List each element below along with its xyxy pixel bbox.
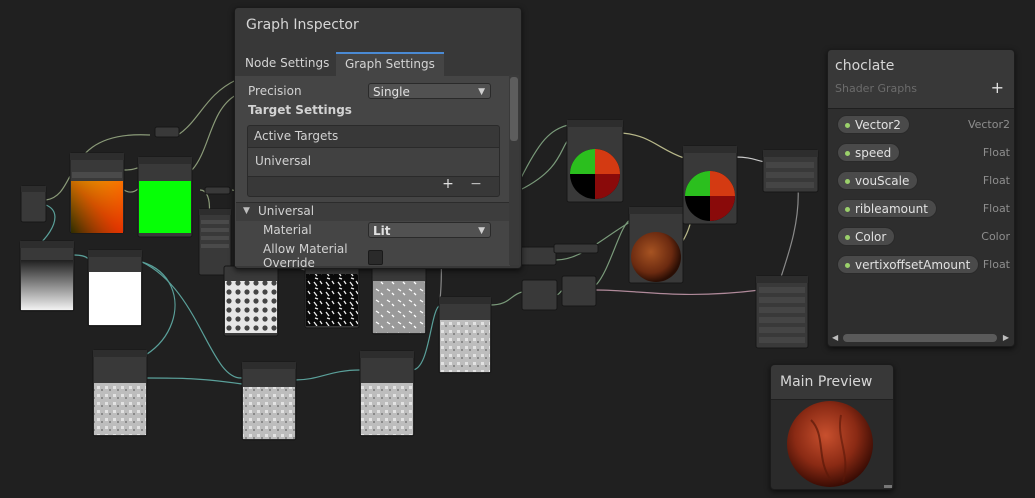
blackboard-title: choclate <box>835 58 895 74</box>
property-pill-color[interactable]: Color <box>837 227 896 246</box>
small-value-node[interactable] <box>204 186 231 195</box>
main-preview-header: Main Preview <box>771 365 893 400</box>
multiply-node-mid[interactable] <box>521 279 558 311</box>
property-type: Color <box>981 230 1010 243</box>
target-settings-label: Target Settings <box>248 103 352 117</box>
vertex-context-node[interactable] <box>762 149 819 193</box>
blackboard-horizontal-scrollbar[interactable]: ◀ ▶ <box>829 331 1013 345</box>
property-pill-vouscale[interactable]: vouScale <box>837 171 919 190</box>
add-node-vector[interactable] <box>682 145 738 225</box>
voronoi-node[interactable] <box>304 265 360 329</box>
property-dot-icon <box>845 207 850 212</box>
uv-node[interactable] <box>20 185 47 223</box>
property-pill-vertixoffsetamount[interactable]: vertixoffsetAmount <box>837 255 980 274</box>
resize-handle-icon[interactable] <box>884 485 892 488</box>
split-node[interactable] <box>154 126 180 138</box>
foldout-arrow-icon: ▼ <box>243 206 250 216</box>
multiply-node-bottom[interactable] <box>241 361 297 441</box>
property-type: Float <box>982 258 1010 271</box>
precision-dropdown[interactable]: Single ▼ <box>368 83 491 99</box>
property-dot-icon <box>845 179 850 184</box>
active-target-universal: Universal <box>255 154 312 168</box>
add-icon: + <box>990 78 1004 97</box>
blackboard-header: choclate Shader Graphs + <box>828 50 1014 109</box>
remove-target-button[interactable]: − <box>463 176 489 192</box>
property-pill-speed[interactable]: speed <box>837 143 901 162</box>
property-dot-icon <box>845 235 850 240</box>
material-value: Lit <box>373 224 391 238</box>
remove-icon: − <box>470 176 482 192</box>
property-name: speed <box>855 146 892 160</box>
property-name: ribleamount <box>855 202 928 216</box>
material-dropdown[interactable]: Lit ▼ <box>368 222 491 238</box>
blackboard-scrollbar-thumb[interactable] <box>843 334 997 342</box>
add-property-button[interactable]: + <box>991 78 1004 97</box>
voronoi-gray-node[interactable] <box>371 265 427 335</box>
inspector-scrollbar-thumb[interactable] <box>510 77 518 141</box>
main-preview-title: Main Preview <box>780 374 873 390</box>
universal-section-label: Universal <box>258 204 315 218</box>
lerp-node[interactable] <box>561 275 597 307</box>
active-targets-header: Active Targets <box>254 129 339 143</box>
dropdown-arrow-icon: ▼ <box>478 87 485 97</box>
property-dot-icon <box>845 151 850 156</box>
white-output-node[interactable] <box>87 249 143 327</box>
precision-label: Precision <box>248 84 302 98</box>
remap-node[interactable] <box>69 152 125 234</box>
allow-material-override-checkbox[interactable] <box>368 250 383 265</box>
add-target-button[interactable]: + <box>433 176 463 192</box>
allow-material-override-label: Allow Material Override <box>263 242 348 270</box>
property-name: Vector2 <box>855 118 901 132</box>
property-type: Float <box>982 146 1010 159</box>
property-name: vertixoffsetAmount <box>855 258 971 272</box>
property-name: Color <box>855 230 887 244</box>
property-pill-vector2[interactable]: Vector2 <box>837 115 910 134</box>
simple-noise-node[interactable] <box>92 349 148 437</box>
property-node[interactable] <box>519 246 557 266</box>
multiply-node-brown[interactable] <box>628 206 684 284</box>
property-pill-ribleamount[interactable]: ribleamount <box>837 199 937 218</box>
time-node[interactable] <box>198 208 232 276</box>
color-property-node[interactable] <box>553 243 599 254</box>
material-label: Material <box>263 223 312 237</box>
sample-node-green[interactable] <box>137 156 193 238</box>
active-target-row[interactable]: Universal <box>248 147 499 177</box>
fragment-context-node[interactable] <box>755 275 809 349</box>
blackboard-subtitle: Shader Graphs <box>835 82 917 95</box>
tab-node-settings[interactable]: Node Settings <box>236 52 338 74</box>
property-dot-icon <box>845 123 850 128</box>
gradient-node[interactable] <box>19 240 75 312</box>
normal-vector-node[interactable] <box>566 119 624 203</box>
inspector-title: Graph Inspector <box>246 17 359 33</box>
remap-node-bottom[interactable] <box>359 350 415 437</box>
property-name: vouScale <box>855 174 910 188</box>
inspector-scrollbar[interactable] <box>509 75 519 265</box>
precision-value: Single <box>373 85 410 99</box>
add-icon: + <box>442 176 454 192</box>
main-preview-panel: Main Preview <box>770 364 894 490</box>
blackboard-panel: choclate Shader Graphs + <box>827 49 1015 347</box>
add-node[interactable] <box>438 296 492 374</box>
property-dot-icon <box>845 263 850 268</box>
scrollbar-right-arrow-icon[interactable]: ▶ <box>1003 333 1009 342</box>
universal-foldout[interactable]: ▼ Universal <box>236 202 509 221</box>
cellular-noise-node[interactable] <box>223 265 279 337</box>
property-type: Float <box>982 202 1010 215</box>
scrollbar-left-arrow-icon[interactable]: ◀ <box>832 333 838 342</box>
main-preview-viewport[interactable] <box>771 400 891 488</box>
property-type: Vector2 <box>967 118 1010 131</box>
dropdown-arrow-icon: ▼ <box>478 226 485 236</box>
property-type: Float <box>982 174 1010 187</box>
tab-graph-settings[interactable]: Graph Settings <box>336 52 444 76</box>
